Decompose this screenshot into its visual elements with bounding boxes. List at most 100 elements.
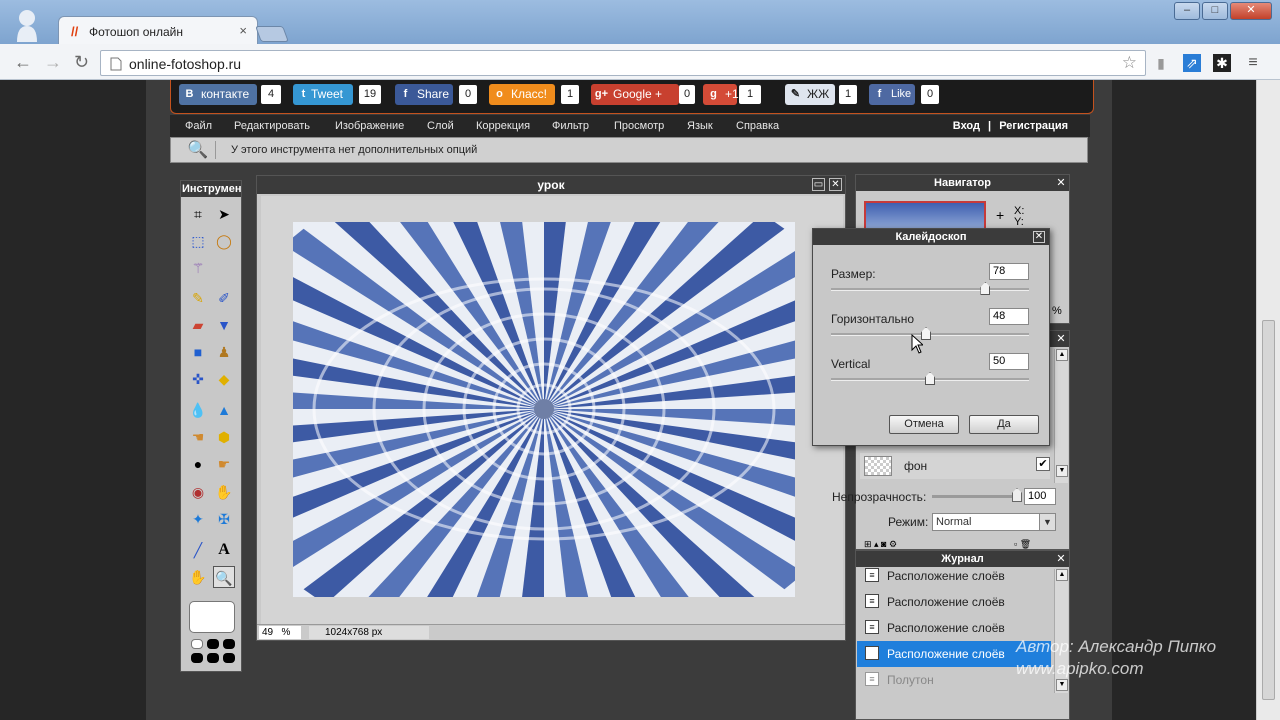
size-input[interactable]: 78 [989,263,1029,280]
layers-scrollbar[interactable]: ▲ ▼ [1054,349,1068,483]
shape-tool-icon[interactable]: ◆ [213,368,235,390]
maximize-button[interactable]: □ [1202,2,1228,20]
swatch-dot[interactable] [207,639,219,649]
google-plus-share-button[interactable]: g+ Google + [591,84,679,105]
layer-visibility-checkbox[interactable]: ✔ [1036,457,1050,471]
pencil-tool-icon[interactable]: ✎ [187,287,209,309]
size-slider-thumb[interactable] [980,282,991,295]
share-vk-button[interactable]: Вконтакте [179,84,257,105]
facebook-share-button[interactable]: f Share [395,84,453,105]
extension-icon[interactable]: ⇗ [1183,54,1201,72]
opacity-input[interactable]: 100 [1024,488,1056,505]
color-swatch[interactable] [189,601,235,633]
history-item[interactable]: ≡ Расположение слоёв [857,563,1051,589]
tweet-button[interactable]: t Tweet [293,84,353,105]
swatch-dot[interactable] [223,653,235,663]
swatch-dot[interactable] [223,639,235,649]
forward-icon[interactable]: → [44,52,62,73]
scroll-up-icon[interactable]: ▲ [1056,569,1068,581]
navigator-thumbnail[interactable] [864,201,986,231]
layer-row[interactable]: фон ✔ [860,453,1050,479]
odnoklassniki-button[interactable]: о Класс! [489,84,555,105]
vertical-input[interactable]: 50 [989,353,1029,370]
livejournal-button[interactable]: ✎ ЖЖ [785,84,835,105]
maximize-doc-icon[interactable]: ▭ [812,178,825,191]
sponge-tool-icon[interactable]: ⬢ [213,426,235,448]
window-close-button[interactable]: ✕ [1230,2,1272,20]
plus-one-button[interactable]: g +1 [703,84,739,105]
size-slider[interactable] [831,288,1029,291]
kaleidoscope-image[interactable] [293,222,795,597]
facebook-like-button[interactable]: f Like [869,84,915,105]
user-avatar-icon[interactable] [14,8,40,42]
document-title[interactable]: урок [257,176,845,194]
cancel-button[interactable]: Отмена [889,415,959,434]
bloat-tool-icon[interactable]: ✦ [187,508,209,530]
swatch-dot[interactable] [191,639,203,649]
scroll-down-icon[interactable]: ▼ [1056,465,1068,477]
red-eye-tool-icon[interactable]: ◉ [187,481,209,503]
magic-wand-icon[interactable]: ⚚ [187,257,209,279]
history-close-icon[interactable]: ✕ [1055,553,1067,565]
swatch-dot[interactable] [191,653,203,663]
address-bar[interactable]: online-fotoshop.ru ☆ [100,50,1146,76]
smudge-tool-icon[interactable]: ☚ [187,426,209,448]
swatch-dot[interactable] [207,653,219,663]
ok-button[interactable]: Да [969,415,1039,434]
canvas-area[interactable] [261,196,843,624]
puzzle-extension-icon[interactable]: ✱ [1213,54,1231,72]
menu-view[interactable]: Просмотр [614,120,664,132]
layers-close-icon[interactable]: ✕ [1055,333,1067,345]
bucket-tool-icon[interactable]: ▼ [213,314,235,336]
burn-tool-icon[interactable]: ☛ [213,453,235,475]
menu-edit[interactable]: Редактировать [234,120,310,132]
brush-tool-icon[interactable]: ✐ [213,287,235,309]
hand-tool-icon[interactable]: ✋ [187,566,209,588]
dialog-title[interactable]: Калейдоскоп [813,229,1049,245]
menu-language[interactable]: Язык [687,120,713,132]
menu-filter[interactable]: Фильтр [552,120,589,132]
back-icon[interactable]: ← [14,52,32,73]
menu-help[interactable]: Справка [736,120,779,132]
new-tab-button[interactable] [255,26,289,42]
layer-actions-icon[interactable]: ⊞ ▴ ◙ ⚙ [864,539,897,550]
chevron-down-icon[interactable]: ▼ [1039,514,1055,530]
move-tool-icon[interactable]: ➤ [213,203,235,225]
menu-layer[interactable]: Слой [427,120,454,132]
navigator-close-icon[interactable]: ✕ [1055,177,1067,189]
menu-image[interactable]: Изображение [335,120,404,132]
marquee-tool-icon[interactable]: ⬚ [187,230,209,252]
close-doc-icon[interactable]: ✕ [829,178,842,191]
layer-delete-icon[interactable]: ▫ 🗑 [1014,539,1031,550]
signal-icon[interactable]: ▮ [1152,54,1170,72]
heal-tool-icon[interactable]: ✜ [187,368,209,390]
page-scrollbar-thumb[interactable] [1262,320,1275,700]
scroll-down-icon[interactable]: ▼ [1056,679,1068,691]
browser-tab[interactable]: // Фотошоп онлайн × [58,16,258,44]
eraser-tool-icon[interactable]: ▰ [187,314,209,336]
scroll-up-icon[interactable]: ▲ [1056,349,1068,361]
login-link[interactable]: Вход [953,120,980,132]
minimize-button[interactable]: – [1174,2,1200,20]
stamp-tool-icon[interactable]: ♟ [213,341,235,363]
history-item[interactable]: ≡ Расположение слоёв [857,589,1051,615]
register-link[interactable]: Регистрация [999,120,1068,132]
crop-tool-icon[interactable]: ⌗ [187,203,209,225]
text-tool-icon[interactable]: A [213,539,235,561]
sharpen-tool-icon[interactable]: ▲ [213,399,235,421]
blend-mode-select[interactable]: Normal ▼ [932,513,1056,531]
lasso-tool-icon[interactable]: ◯ [213,230,235,252]
pinch-tool-icon[interactable]: ✋ [213,481,235,503]
menu-icon[interactable]: ≡ [1244,54,1262,72]
reload-icon[interactable]: ↻ [74,52,89,73]
blur-tool-icon[interactable]: 💧 [187,399,209,421]
page-scrollbar[interactable] [1256,80,1280,720]
dialog-close-icon[interactable]: ✕ [1033,231,1045,243]
dodge-tool-icon[interactable]: ● [187,453,209,475]
opacity-slider[interactable] [932,495,1022,498]
bookmark-star-icon[interactable]: ☆ [1122,53,1137,73]
zoom-field[interactable]: 49 % [259,626,301,639]
tab-close-icon[interactable]: × [239,23,247,38]
vertical-slider-thumb[interactable] [925,372,935,385]
gradient-tool-icon[interactable]: ■ [187,341,209,363]
